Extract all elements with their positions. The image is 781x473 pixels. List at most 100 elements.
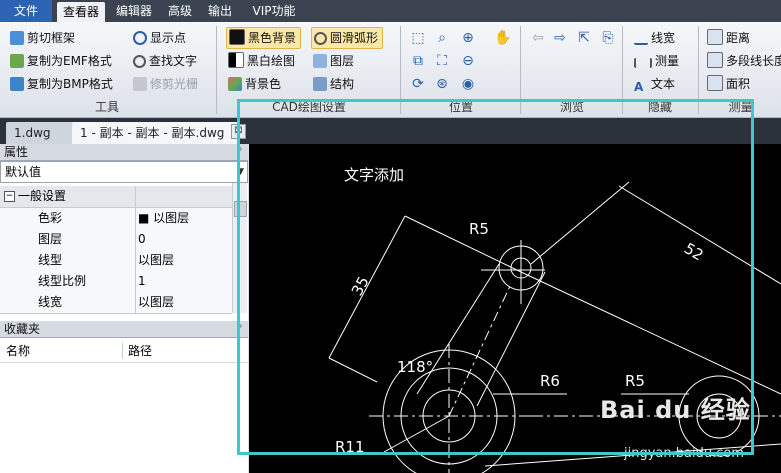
property-key: 线型 (38, 253, 63, 267)
polyline-length-button[interactable]: 多段线长度 (707, 51, 781, 71)
bg-color-label: 背景色 (245, 77, 282, 91)
watermark-logo: Bai du 经验 (600, 396, 751, 424)
bw-drawing-button[interactable]: 黑白绘图 (228, 51, 295, 71)
line-width-button[interactable]: 线宽 (634, 28, 675, 48)
copy-emf-label: 复制为EMF格式 (27, 54, 112, 68)
distance-button[interactable]: 距离 (707, 28, 750, 48)
black-background-button[interactable]: 黑色背景 (226, 27, 302, 49)
property-value: 以图层 (138, 295, 175, 309)
copy-emf-button[interactable]: 复制为EMF格式 (10, 51, 112, 71)
extension-line (328, 357, 378, 383)
distance-label: 距离 (726, 31, 751, 45)
search-icon (133, 55, 146, 68)
ribbon-separator (622, 26, 623, 114)
find-text-button[interactable]: 查找文字 (133, 51, 197, 71)
collapse-icon[interactable]: − (4, 191, 15, 202)
bw-icon (228, 52, 244, 68)
property-row[interactable]: 图层 0 (0, 229, 232, 251)
extension-line (404, 215, 522, 273)
structure-icon (313, 77, 327, 91)
menu-vip[interactable]: VIP功能 (246, 0, 302, 22)
cut-frame-button[interactable]: 剪切框架 (10, 28, 75, 48)
close-tab-icon[interactable]: ⊠ (231, 124, 246, 139)
find-text-label: 查找文字 (149, 54, 198, 68)
ribbon-separator (698, 26, 699, 114)
property-row[interactable]: 线宽 以图层 (0, 292, 232, 314)
pin-icon[interactable]: ᵖ (238, 321, 242, 337)
property-key: 色彩 (38, 211, 63, 225)
cut-frame-label: 剪切框架 (27, 31, 76, 45)
ribbon: 剪切框架 复制为EMF格式 复制为BMP格式 显示点 查找文字 修剪光栅 工具 … (0, 22, 781, 118)
dim-label-r6: R6 (540, 372, 560, 390)
column-divider (135, 292, 136, 313)
zoom-out-icon[interactable]: ⊖ (460, 53, 476, 69)
scrollbar-thumb[interactable] (234, 201, 247, 217)
pan-hand-icon[interactable]: ✋ (494, 30, 511, 46)
column-name[interactable]: 名称 (6, 340, 30, 362)
pin-icon[interactable]: ᵖ (238, 144, 242, 160)
menu-advanced[interactable]: 高级 (164, 0, 196, 22)
extents-icon[interactable]: ⛶ (434, 53, 450, 69)
orbit-icon[interactable]: ⊛ (434, 76, 450, 92)
watermark-url: jingyan.baidu.com (624, 446, 744, 461)
group-label-measure: 测量 (728, 100, 753, 114)
smooth-arc-button[interactable]: 圆滑弧形 (311, 27, 384, 49)
preset-value: 默认值 (5, 165, 42, 179)
preset-dropdown[interactable]: 默认值 ▼ (0, 161, 248, 183)
layers-label: 图层 (330, 54, 355, 68)
menu-viewer[interactable]: 查看器 (57, 2, 105, 22)
menu-file[interactable]: 文件 (0, 0, 52, 22)
measure-toggle-button[interactable]: 测量 (634, 51, 679, 71)
dim-label-r5-right: R5 (625, 372, 645, 390)
dim-label-r11: R11 (335, 438, 365, 456)
dim-label-52: 52 (681, 239, 707, 264)
text-label: 文本 (651, 77, 676, 91)
group-label-hide: 隐藏 (647, 100, 672, 114)
rotate-3d-icon[interactable]: ⟳ (410, 76, 426, 92)
section-general[interactable]: − 一般设置 (0, 186, 232, 208)
property-row[interactable]: 线型 以图层 (0, 250, 232, 272)
zoom-window-icon[interactable]: ⬚ (410, 30, 426, 46)
save-view-icon[interactable]: ⎘ (600, 30, 616, 46)
properties-title: 属性 (4, 145, 29, 159)
emf-icon (10, 54, 24, 68)
menu-bar: 文件 查看器 编辑器 高级 输出 VIP功能 (0, 0, 781, 22)
extension-line (530, 181, 630, 265)
view-icon[interactable]: ◉ (460, 76, 476, 92)
layers-button[interactable]: 图层 (313, 51, 354, 71)
background-color-button[interactable]: 背景色 (228, 74, 281, 94)
copy-bmp-button[interactable]: 复制为BMP格式 (10, 74, 113, 94)
property-value: 以图层 (138, 253, 175, 267)
property-key: 线宽 (38, 295, 63, 309)
smooth-arc-label: 圆滑弧形 (330, 31, 379, 45)
properties-scrollbar[interactable] (232, 183, 247, 313)
polyline-icon (707, 52, 723, 68)
favorites-columns: 名称 路径 (0, 340, 248, 363)
export-icon[interactable]: ⇱ (576, 30, 592, 46)
area-icon (707, 75, 723, 91)
trim-raster-button[interactable]: 修剪光栅 (133, 74, 198, 94)
structure-button[interactable]: 结构 (313, 74, 354, 94)
crosshair-icon (133, 31, 147, 45)
show-points-button[interactable]: 显示点 (133, 28, 186, 48)
menu-output[interactable]: 输出 (204, 0, 236, 22)
group-label-browse: 浏览 (559, 100, 584, 114)
area-button[interactable]: 面积 (707, 74, 750, 94)
favorites-title: 收藏夹 (4, 322, 41, 336)
zoom-in-icon[interactable]: ⊕ (460, 30, 476, 46)
text-toggle-button[interactable]: A 文本 (634, 74, 675, 94)
polyline-length-label: 多段线长度 (726, 54, 781, 68)
forward-arrow-icon[interactable]: ⇨ (552, 30, 568, 46)
property-row[interactable]: 线型比例 1 (0, 271, 232, 293)
back-arrow-icon[interactable]: ⇦ (530, 30, 546, 46)
palette-icon (228, 77, 242, 91)
tab-1-dwg[interactable]: 1.dwg (6, 122, 78, 144)
cut-frame-icon (10, 31, 24, 45)
property-row[interactable]: 色彩 ■ 以图层 (0, 208, 232, 230)
menu-editor[interactable]: 编辑器 (112, 0, 156, 22)
column-path[interactable]: 路径 (128, 340, 152, 362)
zoom-search-icon[interactable]: ⌕ (434, 30, 450, 46)
measure-label: 测量 (655, 54, 680, 68)
fit-icon[interactable]: ⧉ (410, 53, 426, 69)
tab-copy-dwg[interactable]: 1 - 副本 - 副本 - 副本.dwg (72, 122, 240, 144)
